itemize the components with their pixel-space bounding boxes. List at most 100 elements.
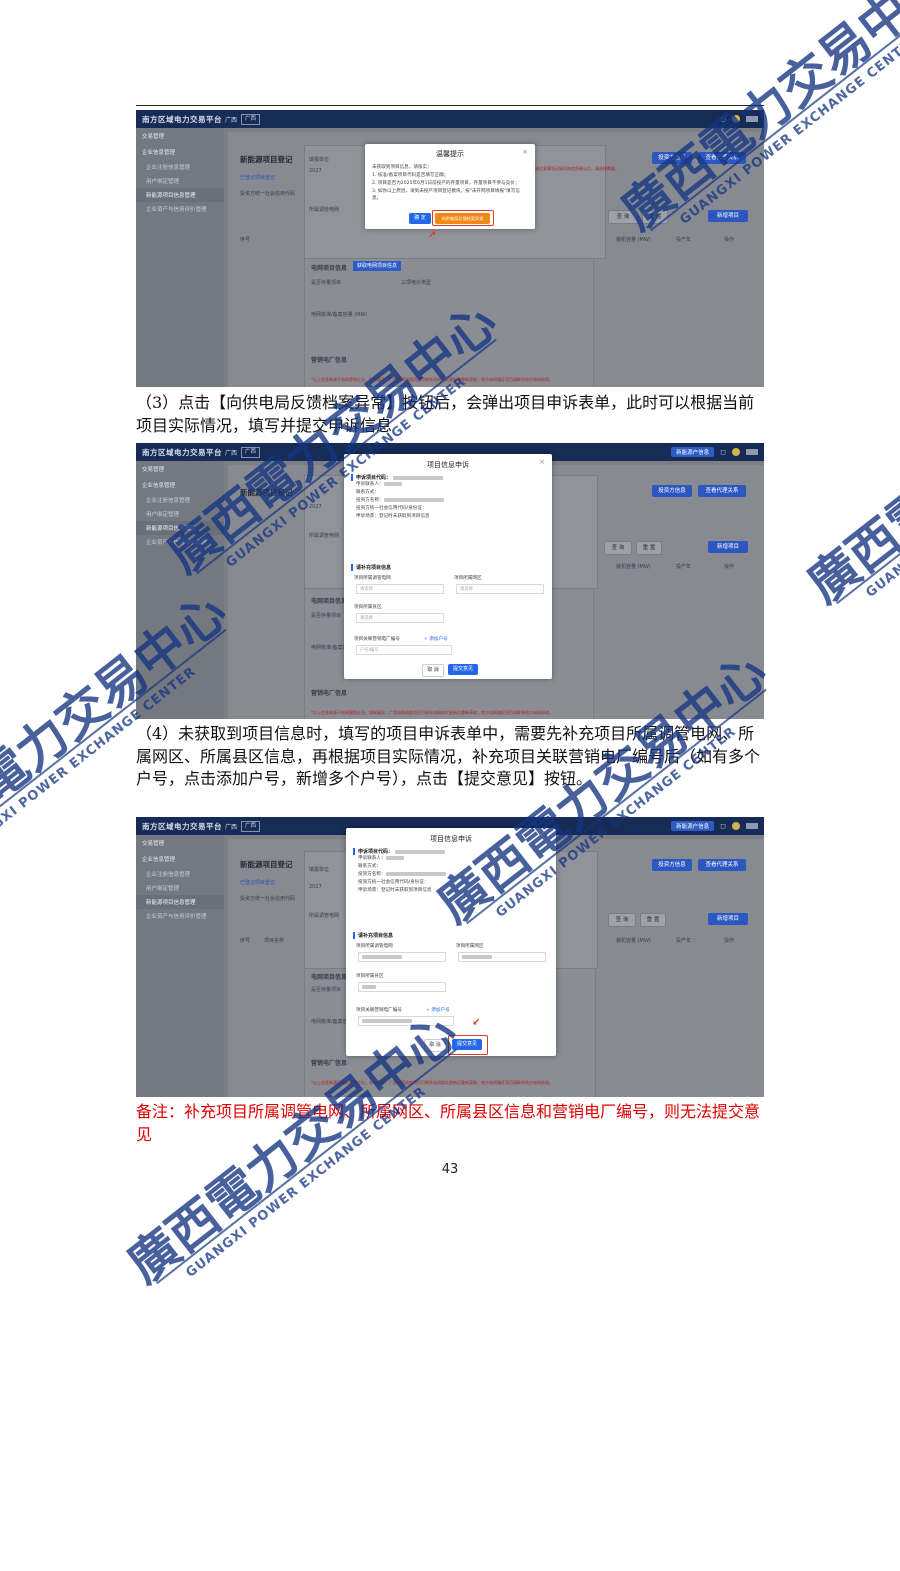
bell-icon[interactable]: ◻ (720, 448, 726, 456)
screenshot-appeal-filled: 南方区域电力交易平台 广西 广西 新能源户信息 ◻ 交易管理 企业信息管理 企业… (136, 817, 764, 1097)
col-capacity: 装机容量 (MW) (616, 938, 651, 944)
value-year: 2027 (309, 168, 322, 174)
tab-registered[interactable]: 已登记项目登记 (240, 174, 275, 181)
page-number: 43 (441, 1162, 459, 1177)
sidebar-item-enterprise[interactable]: 企业信息管理 (136, 851, 224, 867)
new-energy-user-button[interactable]: 新能源户信息 (671, 447, 715, 457)
region-chip: 广西 (241, 446, 261, 458)
dialog-lead: 未获取到项目信息，请核实： (372, 165, 432, 170)
page-title: 新能源项目登记 (240, 860, 293, 869)
user-name[interactable] (746, 116, 758, 122)
sidebar-item-assets[interactable]: 企业资产与信用评价管理 (136, 535, 224, 549)
cancel-button[interactable]: 取 消 (424, 1039, 446, 1052)
add-project-button[interactable]: 新增项目 (708, 541, 748, 553)
close-icon[interactable]: × (522, 148, 528, 156)
highlight-box (432, 210, 494, 226)
screenshot-appeal-empty: 南方区域电力交易平台 广西 广西 新能源户信息 ◻ 交易管理 企业信息管理 企业… (136, 443, 764, 719)
col-capacity: 装机容量 (MW) (616, 564, 651, 570)
label-grid: 所属调管电网 (309, 533, 340, 539)
sidebar-item-assets[interactable]: 企业资产与信用评价管理 (136, 909, 224, 923)
label-grid: 所属调管电网 (309, 913, 340, 919)
user-name[interactable] (746, 823, 758, 829)
label-existing: 是否存量项目 (311, 613, 342, 619)
supplier-info-button[interactable]: 投资方信息 (652, 859, 692, 871)
bell-icon[interactable]: ◻ (720, 115, 726, 123)
query-button[interactable]: 查 询 (608, 913, 636, 927)
reset-button[interactable]: 重 置 (636, 541, 662, 555)
reset-button[interactable]: 重 置 (640, 913, 666, 927)
sidebar: 交易管理 企业信息管理 企业注册信息管理 用户绑定管理 新能源项目信息管理 企业… (136, 128, 224, 387)
watermark-text: 廣西電力交易中心 (796, 321, 900, 615)
col-seq: 序号 (240, 237, 251, 243)
query-button[interactable]: 查 询 (604, 541, 632, 555)
county-select-filled[interactable] (358, 982, 446, 992)
close-icon[interactable]: × (543, 832, 549, 840)
paragraph-3: （3）点击【向供电局反馈档案异常】按钮后，会弹出项目申诉表单，此时可以根据当前项… (136, 393, 755, 435)
account-input[interactable]: 户号/编号 (356, 645, 452, 655)
investor-name: 投资方名称： (358, 872, 386, 877)
agent-relation-button[interactable]: 查看代理关系 (698, 859, 746, 871)
sidebar-item-new-energy[interactable]: 新能源项目信息管理 (136, 521, 224, 535)
sidebar-item-enterprise[interactable]: 企业信息管理 (136, 477, 224, 493)
add-project-button[interactable]: 新增项目 (708, 913, 748, 925)
county-select[interactable]: 请选择 (356, 613, 444, 623)
avatar[interactable] (732, 115, 740, 123)
sidebar-item-assets[interactable]: 企业资产与信用评价管理 (136, 202, 224, 216)
close-icon[interactable]: × (539, 458, 545, 466)
sidebar-item-binding[interactable]: 用户绑定管理 (136, 507, 224, 521)
agent-relation-button[interactable]: 查看代理关系 (698, 485, 746, 497)
platform-name: 南方区域电力交易平台 (142, 447, 222, 457)
confirm-button[interactable]: 确 定 (409, 213, 431, 224)
sidebar-item-registration[interactable]: 企业注册信息管理 (136, 867, 224, 881)
avatar[interactable] (732, 448, 740, 456)
avatar[interactable] (732, 822, 740, 830)
sidebar-item-enterprise[interactable]: 企业信息管理 (136, 144, 224, 160)
supplier-info-button[interactable]: 投资方信息 (652, 485, 692, 497)
dialog-item-2: 2. 项目是否为2025年6月1日前投产的存量项目，存量项目不参与竞价； (372, 181, 520, 186)
add-account-link[interactable]: + 添加户号 (424, 636, 448, 642)
grid-select[interactable]: 请选择 (356, 584, 444, 594)
platform-region: 广西 (225, 823, 238, 831)
add-project-button[interactable]: 新增项目 (708, 210, 748, 222)
add-account-link[interactable]: + 添加户号 (426, 1007, 450, 1013)
page-title: 新能源项目登记 (240, 488, 293, 497)
applicant-contact: 申诉联系人： (356, 482, 384, 487)
sidebar-item-trade[interactable]: 交易管理 (136, 835, 224, 851)
col-type: 投产年 (676, 564, 692, 570)
supplier-info-button[interactable]: 投资方信息 (652, 152, 692, 164)
platform-topbar: 南方区域电力交易平台 广西 广西 ◻ (136, 110, 764, 128)
sidebar-item-registration[interactable]: 企业注册信息管理 (136, 493, 224, 507)
user-name[interactable] (746, 449, 758, 455)
platform-region: 广西 (225, 116, 238, 124)
sidebar-item-new-energy[interactable]: 新能源项目信息管理 (136, 895, 224, 909)
contact-method: 联系方式： (358, 864, 381, 869)
account-input-filled[interactable] (358, 1016, 454, 1026)
reset-button[interactable]: 重 置 (642, 210, 668, 224)
grid-select-filled[interactable] (358, 952, 446, 962)
watermark-seal-edge: 廣西電力交易中心 GUANGXI POWER EXCHANGE CENTER (790, 322, 900, 796)
sidebar-item-new-energy[interactable]: 新能源项目信息管理 (136, 188, 224, 202)
cancel-button[interactable]: 取 消 (422, 664, 444, 677)
label-account-field: 项目关联营销电厂编号 (354, 637, 400, 642)
appeal-dialog: 项目信息申诉 × 申诉项目代码： 申诉联系人： 联系方式： 投资方名称： 投资方… (344, 454, 552, 679)
section-supplement: 请补充项目信息 (353, 932, 393, 939)
section-marketing: 营销电厂信息 (311, 357, 348, 364)
marketing-warning: *以上信息来源于电网营销企业。如有疑异，广西电网调度项目可联系电网核实更新后重新… (311, 377, 553, 382)
sidebar-item-binding[interactable]: 用户绑定管理 (136, 881, 224, 895)
bell-icon[interactable]: ◻ (720, 822, 726, 830)
appeal-dialog: 项目信息申诉 × 申诉项目代码： 申诉联系人： 联系方式： 投资方名称： 投资方… (346, 828, 556, 1056)
sidebar-item-binding[interactable]: 用户绑定管理 (136, 174, 224, 188)
query-button[interactable]: 查 询 (608, 210, 638, 224)
area-select[interactable]: 请选择 (456, 584, 544, 594)
label-existing: 是否存量项目 (311, 987, 342, 993)
area-select-filled[interactable] (458, 952, 546, 962)
new-energy-user-button[interactable]: 新能源户信息 (671, 821, 715, 831)
agent-relation-button[interactable]: 查看代理关系 (698, 152, 746, 164)
submit-button[interactable]: 提交意见 (448, 664, 478, 675)
tab-registered[interactable]: 已登记项目登记 (240, 879, 275, 886)
warning-right: 请注意事项已填写的信息确认后，请选择数量。 (535, 166, 619, 171)
sidebar-item-trade[interactable]: 交易管理 (136, 461, 224, 477)
get-grid-info-button[interactable]: 获取电网项目信息 (353, 261, 402, 271)
sidebar-item-trade[interactable]: 交易管理 (136, 128, 224, 144)
sidebar-item-registration[interactable]: 企业注册信息管理 (136, 160, 224, 174)
